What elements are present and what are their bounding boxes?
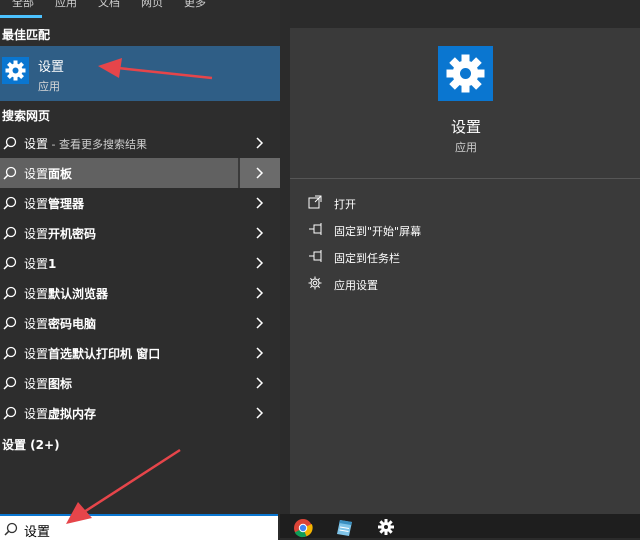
action-label: 固定到任务栏 [334,252,400,265]
result-bold: 面板 [48,167,73,181]
result-prefix: 设置 [24,407,49,421]
web-result-item[interactable]: 设置开机密码 [0,218,280,248]
notepad-icon[interactable] [335,518,355,538]
web-result-item-selected[interactable]: 设置面板 [0,158,280,188]
section-settings[interactable]: 设置 (2+) [2,436,60,453]
action-app-settings[interactable]: 应用设置 [308,274,628,294]
result-bold: 虚拟内存 [48,407,97,421]
result-prefix: 设置 [24,317,49,331]
chevron-right-icon[interactable] [256,287,264,299]
search-icon [4,522,18,536]
search-icon [3,256,17,270]
action-label: 应用设置 [334,279,378,292]
web-result-item[interactable]: 设置密码电脑 [0,308,280,338]
open-icon [308,195,322,209]
result-bold: 管理器 [48,197,85,211]
result-prefix: 设置 [24,227,49,241]
result-prefix: 设置 [24,167,49,181]
action-pin-taskbar[interactable]: 固定到任务栏 [308,247,628,267]
result-bold: 默认浏览器 [48,287,109,301]
detail-title: 设置 [450,118,481,136]
search-icon [3,226,17,240]
detail-divider [290,178,640,179]
action-label: 固定到"开始"屏幕 [334,225,422,238]
filter-tabs: 全部 应用 文档 网页 更多 [0,0,280,18]
chevron-right-icon[interactable] [256,137,264,149]
settings-app-large-icon [438,46,493,101]
search-icon [3,196,17,210]
detail-subtitle: 应用 [455,141,477,154]
gear-icon [446,54,485,93]
search-icon [3,376,17,390]
web-result-item[interactable]: 设置管理器 [0,188,280,218]
search-input[interactable]: 设置 [24,521,50,540]
search-icon [3,136,17,150]
taskbar [280,514,640,538]
chevron-right-icon[interactable] [256,407,264,419]
chevron-right-icon[interactable] [256,167,264,179]
best-match-title: 设置 [38,60,65,75]
result-prefix: 设置 [24,347,49,361]
pin-icon [309,250,322,262]
result-bold: 1 [48,257,57,271]
gear-icon [308,276,322,290]
section-web: 搜索网页 [2,109,51,123]
result-bold: 开机密码 [48,227,97,241]
result-prefix: 设置 [24,257,49,271]
chevron-right-icon[interactable] [256,197,264,209]
section-best-match: 最佳匹配 [2,28,51,42]
tab-documents[interactable]: 文档 [98,0,120,10]
pin-icon [309,223,322,235]
tab-apps[interactable]: 应用 [55,0,77,10]
search-icon [3,406,17,420]
web-result-item[interactable]: 设置图标 [0,368,280,398]
chevron-right-icon[interactable] [256,377,264,389]
chevron-right-icon[interactable] [256,257,264,269]
result-prefix: 设置 [24,197,49,211]
gear-icon[interactable] [377,518,395,536]
chevron-right-icon[interactable] [256,227,264,239]
result-prefix: 设置 [24,137,49,151]
gear-icon [5,60,26,81]
web-result-item[interactable]: 设置虚拟内存 [0,398,280,428]
chrome-icon[interactable] [293,518,313,538]
action-open[interactable]: 打开 [308,193,628,213]
tab-more[interactable]: 更多 [184,0,206,10]
web-result-item[interactable]: 设置1 [0,248,280,278]
search-icon [3,166,17,180]
action-label: 打开 [334,198,356,211]
search-icon [3,286,17,300]
chevron-right-icon[interactable] [256,317,264,329]
tab-web[interactable]: 网页 [141,0,163,10]
web-result-item[interactable]: 设置默认浏览器 [0,278,280,308]
result-bold: 首选默认打印机 窗口 [48,347,161,361]
search-icon [3,316,17,330]
result-bold: 密码电脑 [48,317,97,331]
best-match-subtitle: 应用 [38,80,60,93]
web-result-item[interactable]: 设置首选默认打印机 窗口 [0,338,280,368]
active-tab-indicator [0,15,42,18]
settings-app-icon [2,57,29,84]
tab-all[interactable]: 全部 [12,0,34,10]
action-pin-start[interactable]: 固定到"开始"屏幕 [308,220,628,240]
result-hint: - 查看更多搜索结果 [48,138,147,151]
web-result-item[interactable]: 设置 - 查看更多搜索结果 [0,128,280,158]
result-bold: 图标 [48,377,73,391]
search-box[interactable]: 设置 [0,514,278,540]
result-prefix: 设置 [24,377,49,391]
search-icon [3,346,17,360]
chevron-right-icon[interactable] [256,347,264,359]
result-prefix: 设置 [24,287,49,301]
